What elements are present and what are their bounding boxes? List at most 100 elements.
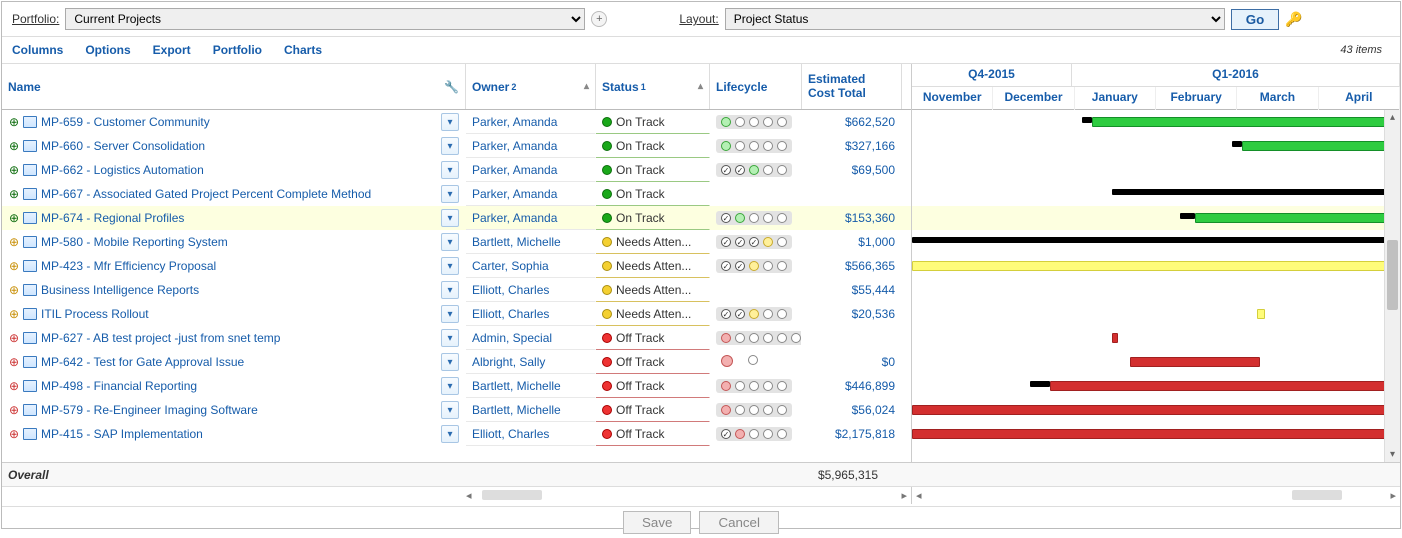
project-link[interactable]: MP-423 - Mfr Efficiency Proposal: [41, 259, 216, 273]
gantt-bar[interactable]: [1195, 213, 1400, 223]
expand-icon[interactable]: ⊕: [8, 308, 20, 320]
project-link[interactable]: MP-674 - Regional Profiles: [41, 211, 184, 225]
cell-owner[interactable]: Parker, Amanda: [466, 110, 596, 134]
cell-owner[interactable]: Parker, Amanda: [466, 206, 596, 230]
row-menu-button[interactable]: ▾: [441, 161, 459, 179]
hscroll-left[interactable]: ◂ ▸: [2, 487, 912, 504]
row-menu-button[interactable]: ▾: [441, 209, 459, 227]
cell-owner[interactable]: Bartlett, Michelle: [466, 398, 596, 422]
hscroll-right[interactable]: ◂ ▸: [912, 487, 1400, 504]
gantt-bar[interactable]: [1030, 381, 1050, 387]
project-link[interactable]: ITIL Process Rollout: [41, 307, 149, 321]
scroll-down-icon[interactable]: ▾: [1385, 449, 1400, 460]
row-menu-button[interactable]: ▾: [441, 233, 459, 251]
vertical-scrollbar[interactable]: ▴ ▾: [1384, 110, 1400, 462]
gantt-bar[interactable]: [912, 405, 1400, 415]
cell-owner[interactable]: Parker, Amanda: [466, 134, 596, 158]
cell-owner[interactable]: Bartlett, Michelle: [466, 374, 596, 398]
row-menu-button[interactable]: ▾: [441, 257, 459, 275]
row-menu-button[interactable]: ▾: [441, 281, 459, 299]
expand-icon[interactable]: ⊕: [8, 236, 20, 248]
expand-icon[interactable]: ⊕: [8, 404, 20, 416]
row-menu-button[interactable]: ▾: [441, 401, 459, 419]
expand-icon[interactable]: ⊕: [8, 428, 20, 440]
col-owner[interactable]: Owner2 ▴: [466, 64, 596, 109]
row-menu-button[interactable]: ▾: [441, 113, 459, 131]
project-link[interactable]: Business Intelligence Reports: [41, 283, 199, 297]
cell-owner[interactable]: Parker, Amanda: [466, 182, 596, 206]
project-link[interactable]: MP-642 - Test for Gate Approval Issue: [41, 355, 244, 369]
row-menu-button[interactable]: ▾: [441, 137, 459, 155]
col-name[interactable]: Name 🔧: [2, 64, 466, 109]
cell-owner[interactable]: Parker, Amanda: [466, 158, 596, 182]
scroll-left-icon[interactable]: ◂: [462, 489, 476, 502]
project-link[interactable]: MP-659 - Customer Community: [41, 115, 210, 129]
scroll-right-icon[interactable]: ▸: [897, 489, 911, 502]
project-link[interactable]: MP-415 - SAP Implementation: [41, 427, 203, 441]
project-link[interactable]: MP-662 - Logistics Automation: [41, 163, 204, 177]
scroll-left-icon[interactable]: ◂: [912, 489, 926, 502]
menu-columns[interactable]: Columns: [12, 43, 63, 57]
key-icon[interactable]: 🔑: [1285, 11, 1302, 28]
hscroll-thumb[interactable]: [1292, 490, 1342, 500]
cell-owner[interactable]: Bartlett, Michelle: [466, 230, 596, 254]
row-menu-button[interactable]: ▾: [441, 329, 459, 347]
hscroll-thumb[interactable]: [482, 490, 542, 500]
gantt-bar[interactable]: [1232, 141, 1242, 147]
gantt-bar[interactable]: [1050, 381, 1400, 391]
gantt-bar[interactable]: [1242, 141, 1400, 151]
col-lifecycle[interactable]: Lifecycle: [710, 64, 802, 109]
layout-select[interactable]: Project Status: [725, 8, 1225, 30]
gantt-bar[interactable]: [1180, 213, 1195, 219]
col-cost[interactable]: Estimated Cost Total: [802, 64, 902, 109]
wrench-icon[interactable]: 🔧: [444, 80, 459, 94]
gantt-bar[interactable]: [1130, 357, 1260, 367]
project-link[interactable]: MP-498 - Financial Reporting: [41, 379, 197, 393]
expand-icon[interactable]: ⊕: [8, 380, 20, 392]
cancel-button[interactable]: Cancel: [699, 511, 779, 534]
project-link[interactable]: MP-579 - Re-Engineer Imaging Software: [41, 403, 258, 417]
save-button[interactable]: Save: [623, 511, 691, 534]
expand-icon[interactable]: ⊕: [8, 356, 20, 368]
cell-owner[interactable]: Elliott, Charles: [466, 422, 596, 446]
project-link[interactable]: MP-627 - AB test project -just from snet…: [41, 331, 280, 345]
row-menu-button[interactable]: ▾: [441, 185, 459, 203]
row-menu-button[interactable]: ▾: [441, 377, 459, 395]
cell-owner[interactable]: Admin, Special: [466, 326, 596, 350]
expand-icon[interactable]: ⊕: [8, 164, 20, 176]
gantt-bar[interactable]: [1092, 117, 1400, 127]
cell-owner[interactable]: Carter, Sophia: [466, 254, 596, 278]
row-menu-button[interactable]: ▾: [441, 353, 459, 371]
scroll-up-icon[interactable]: ▴: [1385, 112, 1400, 123]
expand-icon[interactable]: ⊕: [8, 260, 20, 272]
menu-portfolio[interactable]: Portfolio: [213, 43, 262, 57]
menu-charts[interactable]: Charts: [284, 43, 322, 57]
expand-icon[interactable]: ⊕: [8, 140, 20, 152]
expand-icon[interactable]: ⊕: [8, 212, 20, 224]
add-portfolio-button[interactable]: +: [591, 11, 607, 27]
gantt-bar[interactable]: [1112, 189, 1400, 195]
expand-icon[interactable]: ⊕: [8, 284, 20, 296]
menu-export[interactable]: Export: [153, 43, 191, 57]
portfolio-select[interactable]: Current Projects: [65, 8, 585, 30]
gantt-bar[interactable]: [1112, 333, 1118, 343]
project-link[interactable]: MP-667 - Associated Gated Project Percen…: [41, 187, 371, 201]
cell-owner[interactable]: Elliott, Charles: [466, 302, 596, 326]
scrollbar-thumb[interactable]: [1387, 240, 1398, 310]
gantt-bar[interactable]: [912, 429, 1400, 439]
project-link[interactable]: MP-580 - Mobile Reporting System: [41, 235, 228, 249]
col-status[interactable]: Status1 ▴: [596, 64, 710, 109]
gantt-bar[interactable]: [1257, 309, 1265, 319]
cell-owner[interactable]: Albright, Sally: [466, 350, 596, 374]
expand-icon[interactable]: ⊕: [8, 188, 20, 200]
scroll-right-icon[interactable]: ▸: [1386, 489, 1400, 502]
project-link[interactable]: MP-660 - Server Consolidation: [41, 139, 205, 153]
go-button[interactable]: Go: [1231, 9, 1280, 30]
expand-icon[interactable]: ⊕: [8, 332, 20, 344]
gantt-bar[interactable]: [912, 261, 1400, 271]
gantt-bar[interactable]: [1082, 117, 1092, 123]
expand-icon[interactable]: ⊕: [8, 116, 20, 128]
cell-owner[interactable]: Elliott, Charles: [466, 278, 596, 302]
row-menu-button[interactable]: ▾: [441, 425, 459, 443]
menu-options[interactable]: Options: [85, 43, 130, 57]
